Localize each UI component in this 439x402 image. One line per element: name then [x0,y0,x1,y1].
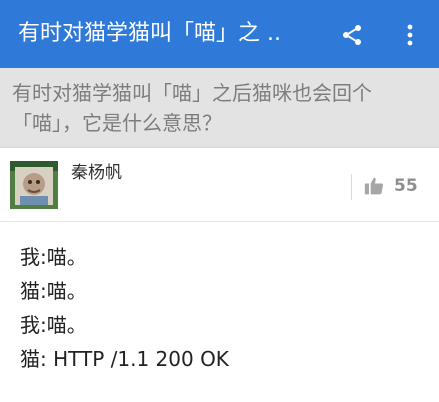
answer-screen: 有时对猫学猫叫「喵」之 .. 有时对猫学猫叫「喵」之后猫咪也会回个「喵」，它是什… [0,0,439,402]
avatar-image [10,161,58,209]
answer-line: 猫: HTTP /1.1 200 OK [20,347,229,371]
share-button[interactable] [333,18,371,52]
question-header[interactable]: 有时对猫学猫叫「喵」之后猫咪也会回个「喵」，它是什么意思？ [0,68,439,148]
vote-count: 55 [394,176,418,196]
answer-line: 我:喵。 [20,313,87,337]
more-vertical-icon [407,24,413,46]
share-icon [343,25,361,45]
vote-button[interactable]: 55 [364,172,418,200]
more-options-button[interactable] [396,18,424,52]
vote-divider [351,174,352,200]
answer-body: 我:喵。 猫:喵。 我:喵。 猫: HTTP /1.1 200 OK [20,240,420,376]
page-title: 有时对猫学猫叫「喵」之 .. [18,21,281,46]
top-app-bar: 有时对猫学猫叫「喵」之 .. [0,0,439,68]
author-bar: 秦杨帆 55 [0,148,439,222]
answer-line: 猫:喵。 [20,279,87,303]
avatar[interactable] [10,161,58,209]
answer-line: 我:喵。 [20,245,87,269]
author-name[interactable]: 秦杨帆 [71,162,122,184]
thumbs-up-icon [364,177,384,195]
question-title: 有时对猫学猫叫「喵」之后猫咪也会回个「喵」，它是什么意思？ [12,81,372,135]
